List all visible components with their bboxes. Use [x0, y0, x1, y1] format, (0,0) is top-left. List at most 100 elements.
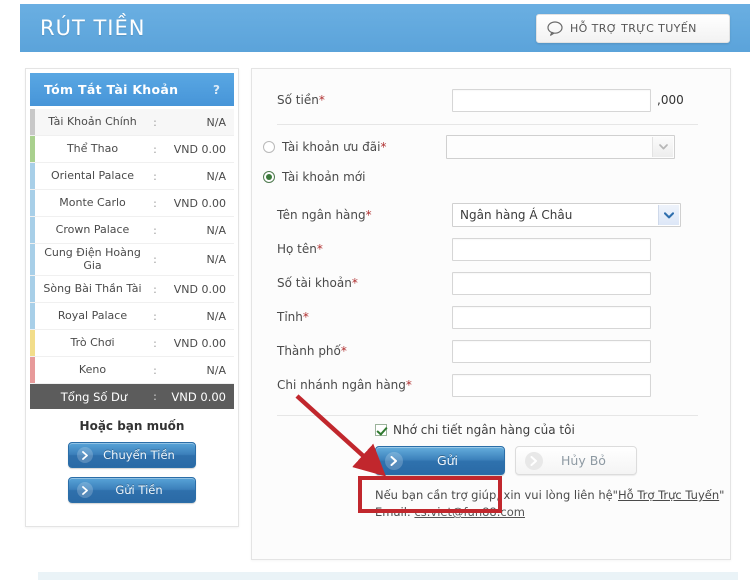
chevron-right-icon [525, 451, 543, 470]
account-color-bar [30, 303, 35, 329]
sidebar-actions-title: Hoặc bạn muốn [79, 419, 185, 433]
transfer-money-button[interactable]: Chuyển Tiền [68, 442, 196, 468]
chevron-down-icon [658, 205, 679, 225]
bank-name-label: Tên ngân hàng* [277, 208, 452, 222]
online-support-label: HỖ TRỢ TRỰC TUYẾN [570, 22, 697, 35]
account-colon: : [153, 115, 157, 129]
remember-bank-checkbox[interactable] [375, 424, 387, 436]
existing-account-select[interactable] [446, 135, 675, 159]
account-balance-row: Monte Carlo: VND 0.00 [30, 190, 234, 217]
account-name: Keno [78, 362, 107, 376]
account-number-input[interactable] [452, 271, 651, 295]
full-name-input[interactable] [452, 237, 651, 261]
total-balance-colon: : [153, 390, 157, 403]
bank-branch-input[interactable] [452, 373, 651, 397]
account-balance-row: Trò Chơi: VND 0.00 [30, 330, 234, 357]
province-label: Tỉnh* [277, 310, 452, 324]
transfer-money-label: Chuyển Tiền [103, 448, 175, 462]
account-color-bar [30, 136, 35, 162]
total-balance-value: VND 0.00 [171, 389, 226, 404]
account-color-bar [30, 217, 35, 243]
account-colon: : [153, 169, 157, 183]
account-colon: : [153, 196, 157, 210]
page-root: RÚT TIỀN HỖ TRỢ TRỰC TUYẾN Tóm Tắt Tài K… [0, 0, 750, 586]
remember-bank-label: Nhớ chi tiết ngân hàng của tôi [393, 423, 575, 437]
full-name-label-text: Họ tên [277, 242, 317, 256]
account-color-bar [30, 163, 35, 189]
total-balance-row: Tổng Số Dư : VND 0.00 [30, 384, 234, 409]
bottom-strip [38, 572, 738, 580]
province-input[interactable] [452, 305, 651, 329]
account-balance-value: N/A [206, 115, 226, 129]
chevron-right-icon [77, 482, 93, 498]
account-balance-value: VND 0.00 [173, 196, 226, 210]
submit-button[interactable]: Gửi [375, 446, 505, 475]
page-title: RÚT TIỀN [40, 16, 146, 40]
province-label-text: Tỉnh [277, 310, 303, 324]
account-balance-row: Keno: N/A [30, 357, 234, 384]
city-input[interactable] [452, 339, 651, 363]
bank-branch-label-text: Chi nhánh ngân hàng [277, 378, 406, 392]
bank-name-select-value: Ngân hàng Á Châu [460, 208, 573, 222]
account-number-label-text: Số tài khoản [277, 276, 352, 290]
account-summary-title: Tóm Tắt Tài Khoản [44, 82, 179, 97]
remember-bank-row: Nhớ chi tiết ngân hàng của tôi [252, 423, 730, 437]
account-balance-row: Crown Palace: N/A [30, 217, 234, 244]
account-colon: : [153, 223, 157, 237]
account-color-bar [30, 109, 35, 135]
bank-branch-row: Chi nhánh ngân hàng* [252, 368, 730, 402]
account-name: Thể Thao [66, 141, 119, 155]
account-colon: : [153, 282, 157, 296]
deposit-money-label: Gửi Tiền [115, 483, 163, 497]
account-balance-value: VND 0.00 [173, 142, 226, 156]
new-account-row: Tài khoản mới [252, 162, 730, 192]
account-balance-row: Cung Điện Hoàng Gia: N/A [30, 244, 234, 276]
account-colon: : [153, 363, 157, 377]
annotation-highlight-box [358, 476, 502, 513]
chevron-right-icon [77, 447, 93, 463]
form-buttons: Gửi Hủy Bỏ [252, 446, 730, 475]
existing-account-row: Tài khoản ưu đãi* [252, 132, 730, 162]
account-balance-row: Oriental Palace: N/A [30, 163, 234, 190]
bank-name-row: Tên ngân hàng* Ngân hàng Á Châu [252, 198, 730, 232]
bank-branch-required-marker: * [405, 378, 412, 392]
province-required-marker: * [302, 310, 309, 324]
sidebar-actions: Hoặc bạn muốn Chuyển Tiền Gửi Tiền [26, 409, 238, 526]
radio-existing-account[interactable] [263, 141, 275, 153]
bank-branch-label: Chi nhánh ngân hàng* [277, 378, 452, 392]
account-balance-value: N/A [206, 169, 226, 183]
online-support-link[interactable]: Hỗ Trợ Trực Tuyến [618, 488, 719, 502]
total-balance-label: Tổng Số Dư [60, 389, 128, 404]
full-name-required-marker: * [316, 242, 323, 256]
amount-suffix: ,000 [657, 93, 684, 107]
form-divider-top [277, 124, 698, 125]
bank-name-select[interactable]: Ngân hàng Á Châu [452, 203, 681, 227]
account-name: Tài Khoản Chính [48, 114, 137, 128]
existing-account-label: Tài khoản ưu đãi* [282, 140, 446, 154]
account-balance-row: Tài Khoản Chính: N/A [30, 109, 234, 136]
account-name: Trò Chơi [70, 335, 115, 349]
help-question-icon[interactable]: ? [213, 83, 220, 97]
amount-input[interactable] [452, 88, 651, 112]
account-balance-list: Tài Khoản Chính: N/A Thể Thao: VND 0.00 Orie… [26, 106, 238, 384]
deposit-money-button[interactable]: Gửi Tiền [68, 477, 196, 503]
account-balance-value: N/A [206, 309, 226, 323]
account-name: Royal Palace [57, 308, 128, 322]
account-color-bar [30, 244, 35, 275]
city-label-text: Thành phố [277, 344, 341, 358]
online-support-button[interactable]: HỖ TRỢ TRỰC TUYẾN [536, 14, 730, 43]
radio-new-account[interactable] [263, 171, 275, 183]
account-number-required-marker: * [351, 276, 358, 290]
cancel-button[interactable]: Hủy Bỏ [515, 446, 637, 475]
account-name: Oriental Palace [50, 168, 135, 182]
account-name: Sòng Bài Thần Tài [43, 281, 142, 295]
account-name: Monte Carlo [59, 195, 126, 209]
chevron-right-icon [385, 451, 403, 470]
account-colon: : [153, 142, 157, 156]
full-name-label: Họ tên* [277, 242, 452, 256]
amount-label: Số tiền* [277, 93, 452, 107]
account-color-bar [30, 276, 35, 302]
bank-name-label-text: Tên ngân hàng [277, 208, 366, 222]
account-balance-row: Sòng Bài Thần Tài: VND 0.00 [30, 276, 234, 303]
account-balance-row: Thể Thao: VND 0.00 [30, 136, 234, 163]
